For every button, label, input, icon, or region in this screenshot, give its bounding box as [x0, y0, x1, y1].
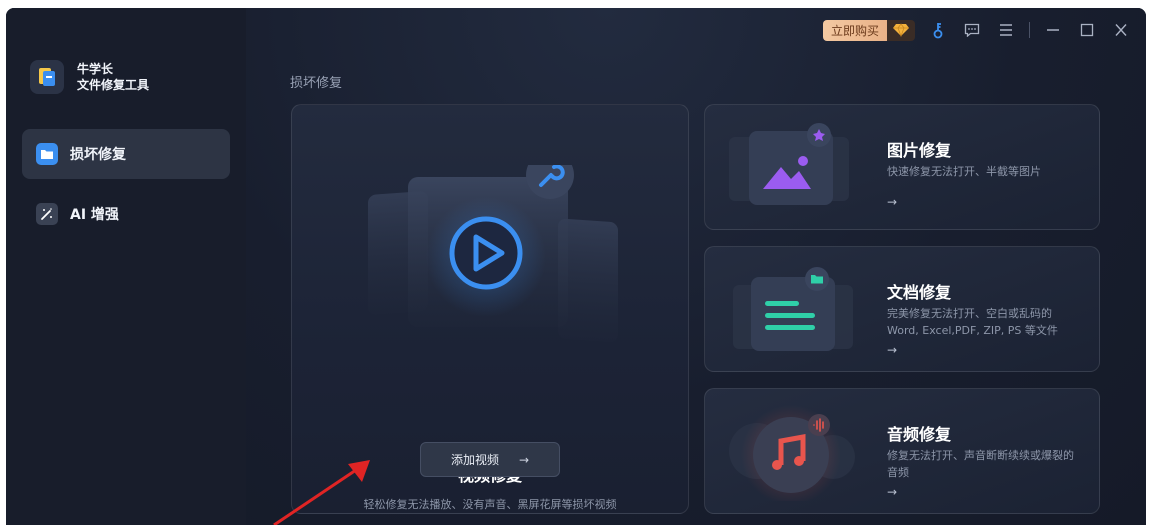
audio-repair-card[interactable]: 音频修复 修复无法打开、声音断断续续或爆裂的音频 →	[704, 388, 1100, 514]
maximize-icon[interactable]	[1076, 19, 1098, 41]
audio-repair-description: 修复无法打开、声音断断续续或爆裂的音频	[887, 449, 1074, 479]
document-repair-description: 完美修复无法打开、空白或乱码的 Word, Excel,PDF, ZIP, PS…	[887, 307, 1058, 337]
arrow-right-icon: →	[518, 452, 530, 467]
app-logo-icon	[30, 60, 64, 94]
add-video-label: 添加视频	[450, 453, 499, 467]
sidebar: 牛学长 文件修复工具 损坏修复 AI 增强	[6, 8, 246, 525]
sidebar-item-damage-repair[interactable]: 损坏修复	[22, 129, 230, 179]
sidebar-item-ai-enhance[interactable]: AI 增强	[22, 189, 230, 239]
menu-icon[interactable]	[995, 19, 1017, 41]
sidebar-item-label: 损坏修复	[70, 147, 126, 163]
audio-illustration-icon	[729, 405, 855, 501]
buy-now-button[interactable]: 立即购买	[822, 19, 915, 41]
add-video-button[interactable]: 添加视频 →	[420, 442, 560, 477]
annotation-arrow	[273, 460, 370, 525]
document-repair-title: 文档修复	[887, 283, 952, 302]
app-name: 牛学长 文件修复工具	[77, 61, 149, 93]
title-bar: 立即购买	[822, 17, 1132, 43]
close-icon[interactable]	[1110, 19, 1132, 41]
feedback-icon[interactable]	[961, 19, 983, 41]
magic-wand-icon	[36, 203, 58, 225]
image-illustration-icon	[729, 123, 849, 205]
minimize-icon[interactable]	[1042, 19, 1064, 41]
arrow-right-icon: →	[887, 195, 898, 209]
image-repair-card[interactable]: 图片修复 快速修复无法打开、半截等图片 →	[704, 104, 1100, 230]
title-bar-divider	[1029, 22, 1030, 38]
video-illustration-icon	[368, 165, 618, 342]
image-repair-title: 图片修复	[887, 141, 952, 160]
main-area: 立即购买 损坏修复 轻松修复无法播放、没有声音、黑屏花屏等损坏视频 添加视频 →…	[246, 8, 1146, 525]
key-icon[interactable]	[927, 19, 949, 41]
diamond-icon	[887, 19, 915, 41]
audio-repair-title: 音频修复	[887, 425, 952, 444]
buy-now-label: 立即购买	[822, 19, 887, 41]
brand: 牛学长 文件修复工具	[30, 60, 149, 94]
document-illustration-icon	[733, 267, 853, 351]
section-title: 损坏修复	[290, 76, 343, 91]
arrow-right-icon: →	[887, 343, 898, 357]
image-repair-description: 快速修复无法打开、半截等图片	[887, 165, 1041, 178]
sidebar-item-label: AI 增强	[70, 207, 119, 223]
document-repair-card[interactable]: 文档修复 完美修复无法打开、空白或乱码的 Word, Excel,PDF, ZI…	[704, 246, 1100, 372]
app-name-line2: 文件修复工具	[77, 78, 150, 92]
app-name-line1: 牛学长	[77, 62, 114, 76]
app-window: 牛学长 文件修复工具 损坏修复 AI 增强 立即购买 损坏修复 轻松修复无法播放…	[6, 8, 1146, 525]
arrow-right-icon: →	[887, 485, 898, 499]
folder-icon	[36, 143, 58, 165]
